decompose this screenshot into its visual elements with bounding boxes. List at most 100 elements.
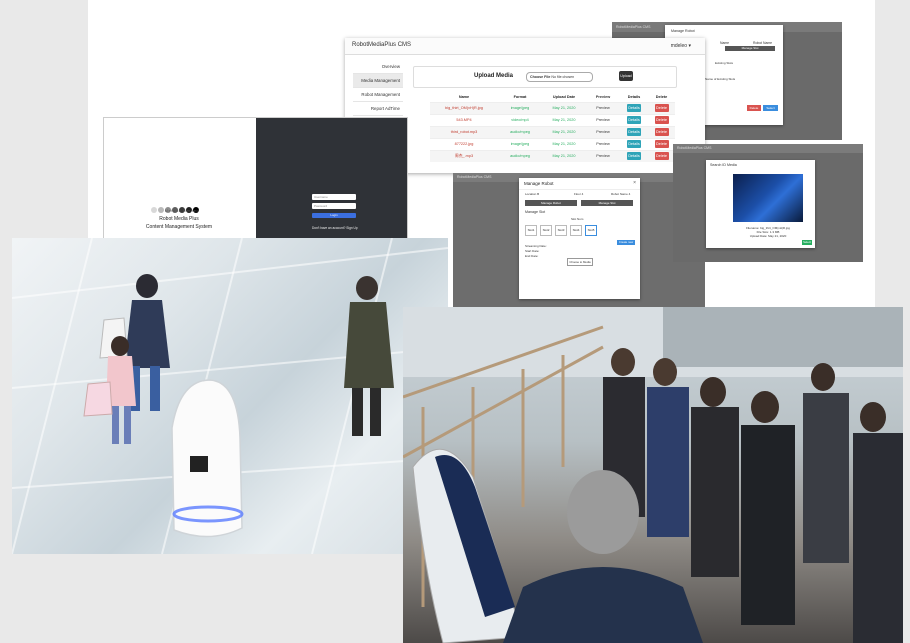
login-button[interactable]: Login	[312, 213, 356, 218]
table-row: third_robot.mp3 audio/mpeg May 21, 2020 Pre…	[430, 126, 675, 138]
details-button[interactable]: Details	[627, 140, 641, 148]
choose-media-button[interactable]: Choose to Media	[567, 258, 593, 266]
login-title: Robot Media Plus	[159, 216, 199, 222]
close-icon[interactable]: ×	[633, 180, 636, 186]
table-row: 543.MP4 video/mp4 May 21, 2020 Preview Detai…	[430, 114, 675, 126]
window-bar: RobotMediaPlus CMS	[673, 144, 863, 153]
create-slot-button[interactable]: Create new Slot	[617, 240, 635, 249]
signup-note[interactable]: Don't have an account? Sign Up	[312, 226, 358, 230]
media-name: 877222.jpg	[454, 142, 474, 146]
caption-line: Upload Date: May 21, 2020	[749, 234, 787, 238]
manage-slot-button[interactable]: Manage Slot	[581, 200, 633, 206]
details-button[interactable]: Details	[627, 116, 641, 124]
media-name: 周杰_.mp3	[454, 154, 474, 158]
modal-title: Search ID Media	[710, 163, 737, 167]
cms-brand: RobotMediaPlus CMS	[352, 42, 412, 48]
preview-link[interactable]: Preview	[586, 127, 620, 138]
delete-button[interactable]: Delete	[654, 116, 669, 124]
sidebar-item-robot[interactable]: Robot Management	[353, 88, 403, 102]
media-date: May 21, 2020	[552, 118, 576, 122]
media-caption: Filename: big_thirt_OM(vH)R.jpg File Siz…	[726, 226, 810, 238]
media-name: big_thirt_OM(vH)R.jpg	[445, 106, 483, 110]
manage-robot-modal: Manage Robot × Location B Floor 4 Robot …	[519, 178, 640, 299]
media-name: third_robot.mp3	[450, 130, 478, 134]
delete-button[interactable]: Delete	[654, 128, 669, 136]
info-streaming: Streaming Date:	[525, 244, 547, 248]
media-format: audio/mpeg	[510, 154, 530, 158]
media-format: image/jpeg	[510, 142, 530, 146]
cms-sidebar: Overview Media Management Robot Manageme…	[353, 60, 403, 116]
username-input[interactable]: Username	[312, 194, 356, 200]
table-row: big_thirt_OM(vH)R.jpg image/jpeg May 21, 2…	[430, 102, 675, 114]
media-table: Name Format Upload Date Preview Details …	[430, 93, 675, 162]
media-preview-image	[733, 174, 803, 222]
sidebar-item-overview[interactable]: Overview	[353, 60, 403, 74]
robot-mall-photo	[12, 238, 448, 554]
no-file-label: No file chosen	[551, 75, 575, 79]
table-row: 周杰_.mp3 audio/mpeg May 21, 2020 Preview Deta…	[430, 150, 675, 162]
upload-title: Upload Media	[474, 73, 514, 79]
slot-2[interactable]: Slot2	[540, 225, 552, 236]
login-subtitle: Content Management System	[145, 224, 213, 230]
field-floor: Floor 4	[574, 192, 584, 196]
select-media-button[interactable]: Select Media	[763, 105, 778, 116]
company-name: Metatic Limited	[164, 209, 200, 213]
media-format: audio/mpeg	[510, 130, 530, 134]
manage-robot-button[interactable]: Manage Robot	[525, 200, 577, 206]
details-button[interactable]: Details	[627, 128, 641, 136]
cms-header: RobotMediaPlus CMS mdeleo ▾	[345, 38, 705, 55]
header-details: Details	[627, 95, 641, 99]
slot-3[interactable]: Slot3	[555, 225, 567, 236]
field-robot-name: Robot Name 4	[611, 192, 631, 196]
details-button[interactable]: Details	[627, 104, 641, 112]
select-label: Name of Existing Slots	[705, 77, 736, 81]
media-format: image/jpeg	[510, 106, 530, 110]
login-panel: Username Password Login Don't have an ac…	[256, 118, 407, 240]
manage-slot-section: Manage Slot	[525, 210, 546, 214]
delete-button[interactable]: Delete	[654, 104, 669, 112]
preview-link[interactable]: Preview	[586, 115, 620, 126]
details-button[interactable]: Details	[627, 152, 641, 160]
sidebar-item-media[interactable]: Media Management	[353, 74, 403, 88]
password-input[interactable]: Password	[312, 203, 356, 209]
modal-title: Manage Robot	[519, 178, 640, 190]
manage-slot-button[interactable]: Manage Slot	[725, 46, 775, 51]
media-name: 543.MP4	[456, 118, 472, 122]
slot-5[interactable]: Slot5	[585, 225, 597, 236]
table-header: Name Format Upload Date Preview Details …	[430, 93, 675, 102]
header-name: Name	[458, 95, 470, 99]
info-end: End Date:	[525, 254, 539, 258]
sidebar-item-report[interactable]: Report AdTime	[353, 102, 403, 116]
media-preview-modal: Search ID Media Filename: big_thirt_OM(v…	[706, 160, 815, 248]
media-date: May 21, 2020	[552, 142, 576, 146]
preview-link[interactable]: Preview	[586, 151, 620, 162]
modal-title: Manage Robot	[671, 29, 695, 33]
existing-slots-label: Existing Slots	[715, 61, 734, 65]
table-row: 877222.jpg image/jpeg May 21, 2020 Preview D…	[430, 138, 675, 150]
user-menu[interactable]: mdeleo ▾	[671, 43, 691, 49]
header-preview: Preview	[595, 95, 611, 99]
header-delete: Delete	[655, 95, 668, 99]
slot-num-label: Slot Num	[571, 217, 584, 221]
media-format: video/mp4	[511, 118, 529, 122]
delete-button[interactable]: Delete	[654, 140, 669, 148]
select-button[interactable]: Select	[802, 240, 812, 245]
file-chooser[interactable]: Choose File No file chosen	[526, 72, 593, 82]
upload-button[interactable]: Upload	[619, 71, 633, 81]
choose-file-label: Choose File	[530, 75, 551, 79]
robot-mall-illustration	[12, 238, 448, 554]
table-body: big_thirt_OM(vH)R.jpg image/jpeg May 21, 2…	[430, 102, 675, 162]
field-location: Location B	[525, 192, 540, 196]
slot-4[interactable]: Slot4	[570, 225, 582, 236]
col-name: Name	[720, 41, 730, 45]
preview-link[interactable]: Preview	[586, 103, 620, 114]
slot-1[interactable]: Slot1	[525, 225, 537, 236]
media-date: May 21, 2020	[552, 130, 576, 134]
delete-button[interactable]: Delete	[654, 152, 669, 160]
delete-button[interactable]: Delete	[747, 105, 761, 111]
preview-link[interactable]: Preview	[586, 139, 620, 150]
login-window: Metatic Limited Robot Media Plus Content…	[103, 117, 408, 241]
robot-group-illustration	[403, 307, 903, 643]
header-date: Upload Date	[552, 95, 576, 99]
media-date: May 21, 2020	[552, 154, 576, 158]
